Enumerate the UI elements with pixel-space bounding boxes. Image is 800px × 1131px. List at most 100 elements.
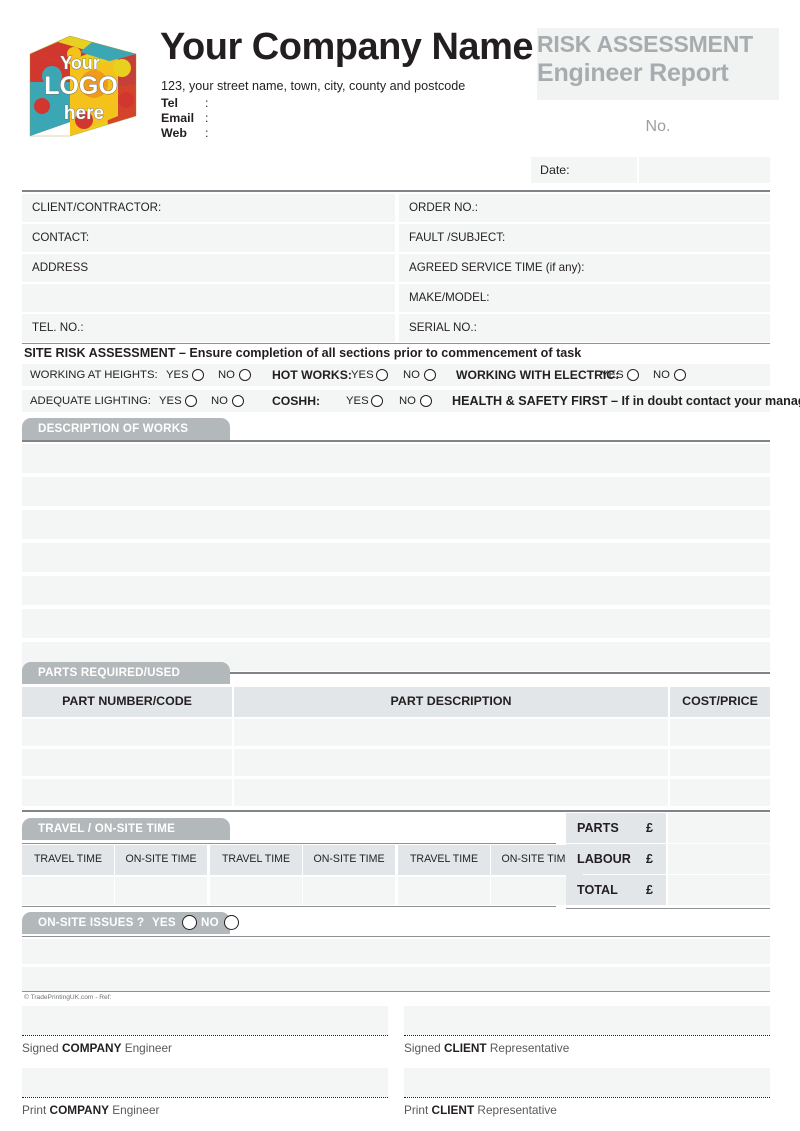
section-tab-onsite-issues: ON-SITE ISSUES ? YES NO: [22, 912, 239, 934]
totals-labour-label: LABOUR: [577, 852, 631, 866]
print-company-engineer-box[interactable]: [22, 1068, 388, 1097]
risk-working-at-heights-no-radio[interactable]: [239, 368, 251, 381]
field-address[interactable]: ADDRESS: [22, 254, 395, 282]
description-row[interactable]: [22, 444, 770, 473]
parts-cell-number[interactable]: [22, 719, 232, 746]
travel-header-travel-1: TRAVEL TIME: [22, 845, 114, 875]
field-tel-no-label: TEL. NO.:: [32, 321, 84, 334]
onsite-issues-yes-radio[interactable]: [182, 915, 197, 930]
onsite-issues-no-radio[interactable]: [224, 915, 239, 930]
onsite-issues-yes-label: YES: [152, 916, 176, 929]
parts-header-cost-price-label: COST/PRICE: [682, 694, 758, 708]
onsite-issues-row[interactable]: [22, 939, 770, 964]
puzzle-cube-icon: Your LOGO here: [29, 35, 137, 137]
risk-working-at-heights-yes-radio[interactable]: [192, 368, 204, 381]
parts-cell-cost[interactable]: [670, 749, 770, 776]
risk-coshh-yes-radio[interactable]: [371, 394, 383, 407]
travel-header-travel-1-label: TRAVEL TIME: [33, 853, 103, 865]
field-serial-no[interactable]: SERIAL NO.:: [399, 314, 770, 342]
signed-client-representative-label: Signed CLIENT Representative: [404, 1041, 569, 1055]
company-contact-block: Tel: Email: Web:: [161, 96, 208, 142]
print-client-representative-box[interactable]: [404, 1068, 770, 1097]
signed-company-engineer-line: [22, 1035, 388, 1036]
field-tel-no[interactable]: TEL. NO.:: [22, 314, 395, 342]
risk-adequate-lighting-yes-label: YES: [159, 395, 182, 407]
risk-working-with-electric-no-label: NO: [653, 369, 670, 381]
description-row[interactable]: [22, 576, 770, 605]
date-input-cell[interactable]: [639, 157, 770, 183]
parts-cell-description[interactable]: [234, 719, 668, 746]
totals-total-label-cell: TOTAL £: [566, 875, 666, 905]
parts-cell-cost[interactable]: [670, 779, 770, 806]
section-tab-description-of-works: DESCRIPTION OF WORKS: [22, 418, 230, 440]
field-contact[interactable]: CONTACT:: [22, 224, 395, 252]
risk-working-with-electric-yes-radio[interactable]: [627, 368, 639, 381]
travel-header-onsite-2-label: ON-SITE TIME: [313, 853, 385, 865]
parts-cell-cost[interactable]: [670, 719, 770, 746]
risk-hot-works-no-radio[interactable]: [424, 368, 436, 381]
parts-cell-number[interactable]: [22, 749, 232, 776]
risk-adequate-lighting-yes-radio[interactable]: [185, 394, 197, 407]
field-agreed-service-time-label: AGREED SERVICE TIME (if any):: [409, 261, 585, 274]
divider-header: [22, 190, 770, 192]
logo-line2: LOGO: [44, 72, 118, 100]
totals-parts-value[interactable]: [668, 813, 770, 843]
description-row[interactable]: [22, 510, 770, 539]
risk-working-with-electric-no-radio[interactable]: [674, 368, 686, 381]
description-row[interactable]: [22, 609, 770, 638]
tel-colon: :: [205, 96, 209, 110]
field-agreed-service-time[interactable]: AGREED SERVICE TIME (if any):: [399, 254, 770, 282]
risk-adequate-lighting-no-radio[interactable]: [232, 394, 244, 407]
totals-labour-value[interactable]: [668, 844, 770, 874]
web-colon: :: [205, 126, 209, 141]
print-company-bold: COMPANY: [49, 1103, 109, 1117]
field-address-line2[interactable]: [22, 284, 395, 312]
parts-cell-description[interactable]: [234, 749, 668, 776]
print-company-engineer-line: [22, 1097, 388, 1098]
signed-company-engineer-box[interactable]: [22, 1006, 388, 1035]
field-make-model[interactable]: MAKE/MODEL:: [399, 284, 770, 312]
divider-onsite-issues-bottom: [22, 991, 770, 992]
engineer-report-form: Your LOGO here Your Company Name 123, yo…: [0, 0, 800, 1131]
travel-cell-travel-3[interactable]: [398, 877, 490, 905]
risk-coshh-no-radio[interactable]: [420, 394, 432, 407]
field-order-no[interactable]: ORDER NO.:: [399, 194, 770, 222]
travel-header-travel-3-label: TRAVEL TIME: [409, 853, 479, 865]
totals-total-value[interactable]: [668, 875, 770, 905]
travel-cell-onsite-1[interactable]: [115, 877, 207, 905]
signed-client-bold: CLIENT: [444, 1041, 487, 1055]
date-label-cell: Date:: [531, 157, 637, 183]
field-order-no-label: ORDER NO.:: [409, 201, 478, 214]
travel-header-travel-3: TRAVEL TIME: [398, 845, 490, 875]
travel-cell-onsite-2[interactable]: [303, 877, 395, 905]
travel-cell-travel-1[interactable]: [22, 877, 114, 905]
parts-cell-number[interactable]: [22, 779, 232, 806]
risk-working-at-heights-yes-label: YES: [166, 369, 189, 381]
section-tab-travel-time: TRAVEL / ON-SITE TIME: [22, 818, 230, 840]
field-fault-subject[interactable]: FAULT /SUBJECT:: [399, 224, 770, 252]
email-label: Email: [161, 111, 195, 126]
parts-cell-description[interactable]: [234, 779, 668, 806]
travel-header-onsite-1: ON-SITE TIME: [115, 845, 207, 875]
print-company-post: Engineer: [108, 1103, 160, 1117]
totals-total-currency: £: [645, 883, 653, 897]
email-colon: :: [205, 111, 209, 126]
field-contact-label: CONTACT:: [32, 231, 90, 244]
health-safety-notice: HEALTH & SAFETY FIRST – If in doubt cont…: [452, 394, 800, 408]
travel-cell-travel-2[interactable]: [210, 877, 302, 905]
signed-client-post: Representative: [486, 1041, 570, 1055]
logo-line3: here: [64, 103, 104, 124]
risk-hot-works-yes-radio[interactable]: [376, 368, 388, 381]
description-row[interactable]: [22, 477, 770, 506]
field-client-contractor[interactable]: CLIENT/CONTRACTOR:: [22, 194, 395, 222]
field-address-label: ADDRESS: [32, 261, 89, 274]
description-row[interactable]: [22, 543, 770, 572]
signed-client-representative-box[interactable]: [404, 1006, 770, 1035]
tel-label: Tel: [161, 96, 178, 110]
travel-header-onsite-1-label: ON-SITE TIME: [125, 853, 197, 865]
divider-travel-bottom: [22, 906, 556, 907]
totals-parts-label: PARTS: [577, 821, 619, 835]
onsite-issues-row[interactable]: [22, 967, 770, 992]
company-name: Your Company Name: [160, 26, 533, 68]
logo-line1: Your: [60, 53, 100, 73]
